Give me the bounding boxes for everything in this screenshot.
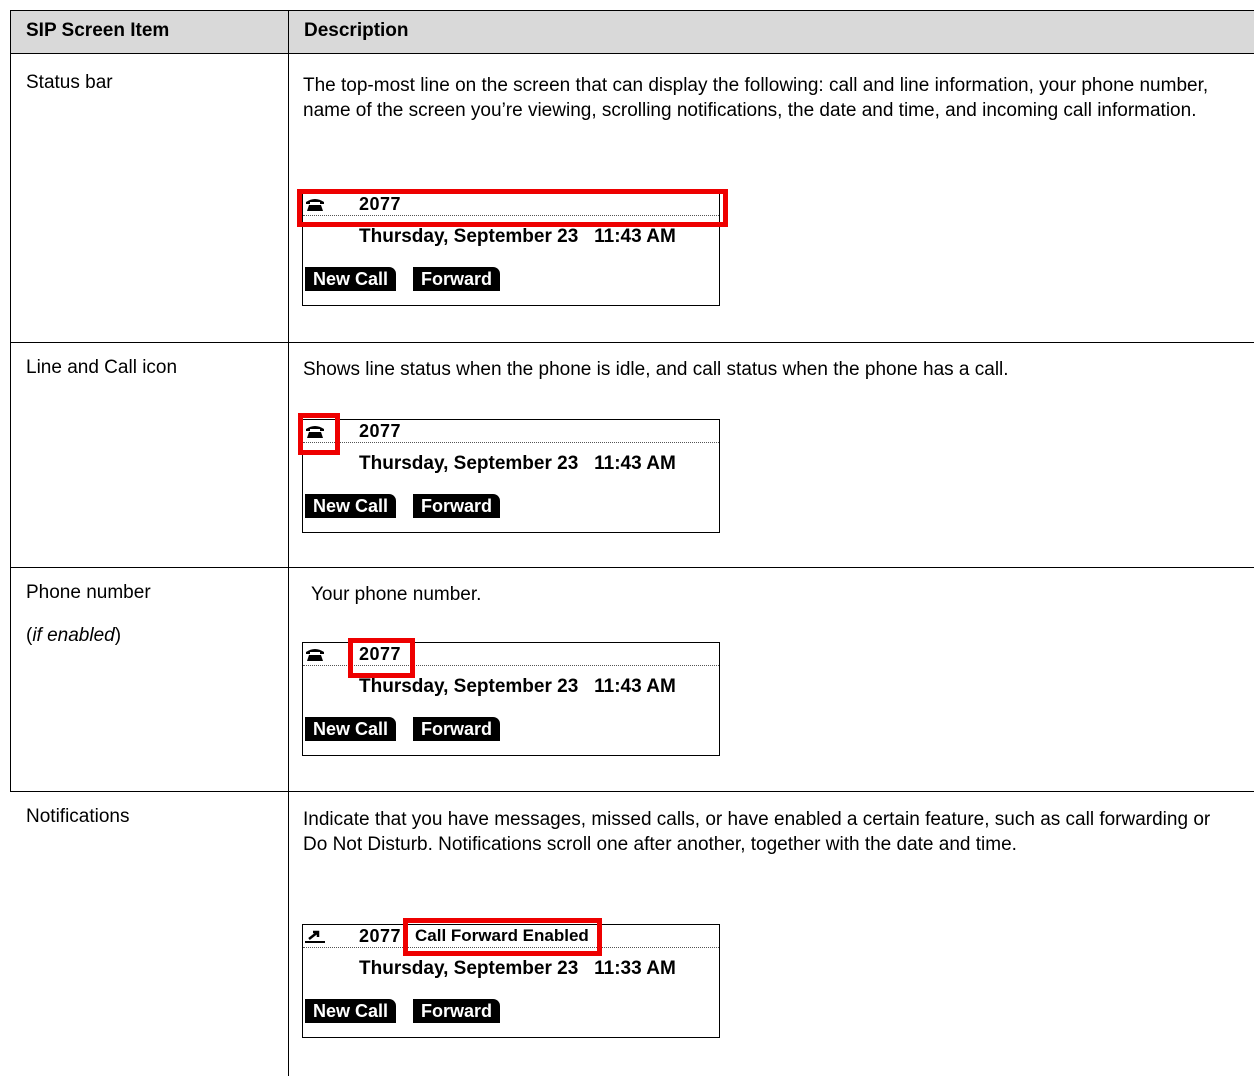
new-call-softkey[interactable]: New Call <box>305 717 397 741</box>
divider <box>10 53 1254 54</box>
table-header <box>10 10 1254 53</box>
phone-screen: 2077 Thursday, September 23 11:43 AM New… <box>302 419 720 533</box>
new-call-softkey[interactable]: New Call <box>305 999 397 1023</box>
header-sip-screen-item: SIP Screen Item <box>26 20 170 41</box>
item-note: (if enabled) <box>26 625 122 646</box>
description-line-and-call-icon: Shows line status when the phone is idle… <box>303 359 1009 380</box>
highlight-phone-number <box>348 638 415 678</box>
forward-softkey[interactable]: Forward <box>413 494 501 518</box>
header-description: Description <box>304 20 409 41</box>
description-phone-number: Your phone number. <box>311 584 482 605</box>
item-notifications: Notifications <box>26 806 130 827</box>
forward-softkey[interactable]: Forward <box>413 267 501 291</box>
forward-arrow-icon <box>305 930 325 943</box>
phone-number: 2077 <box>359 421 402 441</box>
forward-softkey[interactable]: Forward <box>413 999 501 1023</box>
new-call-softkey[interactable]: New Call <box>305 267 397 291</box>
time: 11:33 AM <box>594 958 676 979</box>
description-status-bar: The top-most line on the screen that can… <box>303 75 1209 121</box>
item-status-bar: Status bar <box>26 72 113 93</box>
date: Thursday, September 23 <box>359 958 579 979</box>
date-time: Thursday, September 23 11:43 AM <box>359 226 676 248</box>
forward-softkey[interactable]: Forward <box>413 717 501 741</box>
divider <box>10 10 1254 11</box>
divider <box>10 567 1254 568</box>
highlight-line-icon <box>298 413 340 455</box>
divider <box>10 10 11 343</box>
item-line-and-call-icon: Line and Call icon <box>26 357 178 378</box>
handset-icon <box>306 649 324 661</box>
if-enabled-note: if enabled <box>32 625 115 646</box>
description-notifications: Indicate that you have messages, missed … <box>303 809 1211 855</box>
divider <box>10 791 1254 792</box>
divider <box>288 10 289 1076</box>
new-call-softkey[interactable]: New Call <box>305 494 397 518</box>
highlight-status-bar <box>297 189 728 227</box>
time: 11:43 AM <box>594 226 676 247</box>
date-time: Thursday, September 23 11:33 AM <box>359 958 676 980</box>
phone-number: 2077 <box>359 926 402 946</box>
date: Thursday, September 23 <box>359 226 579 247</box>
divider <box>10 342 1254 343</box>
status-bar: 2077 <box>303 420 719 443</box>
divider <box>10 342 11 791</box>
date: Thursday, September 23 <box>359 453 579 474</box>
time: 11:43 AM <box>594 453 676 474</box>
date: Thursday, September 23 <box>359 676 579 697</box>
date-time: Thursday, September 23 11:43 AM <box>359 453 676 475</box>
screen-items-table: SIP Screen Item Description Status bar T… <box>0 0 1254 1076</box>
item-phone-number: Phone number <box>26 582 151 603</box>
highlight-notification <box>403 918 602 956</box>
date-time: Thursday, September 23 11:43 AM <box>359 676 676 698</box>
time: 11:43 AM <box>594 676 676 697</box>
